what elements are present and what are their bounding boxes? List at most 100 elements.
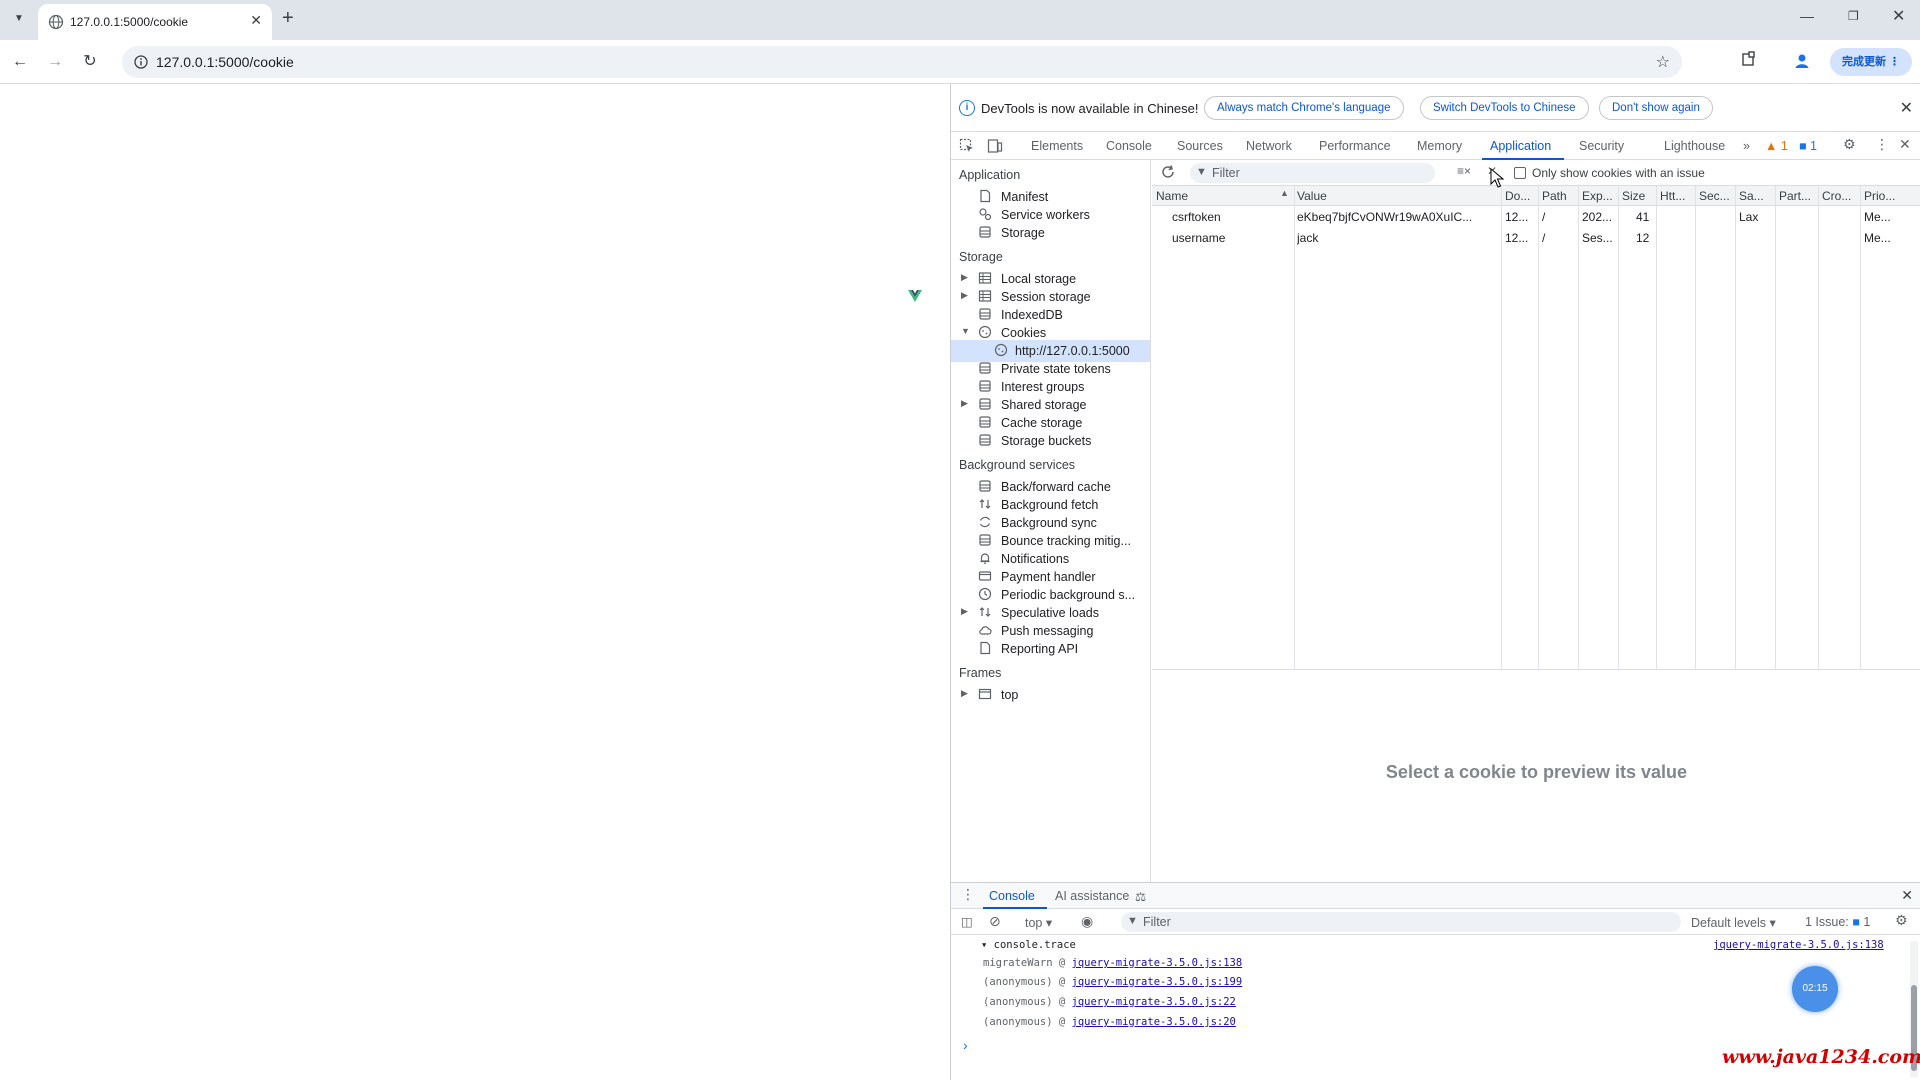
tab-application[interactable]: Application (1490, 139, 1551, 153)
expand-arrow-icon[interactable]: ▶ (961, 272, 968, 283)
browser-tab[interactable]: 127.0.0.1:5000/cookie ✕ (38, 4, 272, 40)
inspect-element-icon[interactable] (959, 138, 975, 154)
expand-arrow-icon[interactable]: ▶ (961, 398, 968, 409)
console-prompt[interactable]: › (963, 1037, 968, 1053)
console-sidebar-icon[interactable]: ◫ (961, 914, 973, 929)
tab-close-icon[interactable]: ✕ (250, 12, 262, 29)
console-settings-gear-icon[interactable]: ⚙ (1895, 912, 1908, 929)
col-partition-key[interactable]: Part... (1779, 189, 1813, 203)
context-selector[interactable]: top ▾ (1025, 915, 1052, 930)
tab-elements[interactable]: Elements (1031, 139, 1083, 153)
cookie-icon (978, 325, 992, 339)
more-tabs-icon[interactable]: » (1743, 139, 1750, 153)
column-divider[interactable] (1775, 186, 1776, 670)
site-info-icon[interactable] (134, 55, 148, 69)
tab-sources[interactable]: Sources (1177, 139, 1223, 153)
trace-source-link[interactable]: jquery-migrate-3.5.0.js:138 (1713, 939, 1884, 951)
trace-header[interactable]: ▾ console.trace (981, 939, 1076, 951)
update-button[interactable]: 完成更新 ⋮ (1830, 48, 1912, 76)
collapse-arrow-icon[interactable]: ▼ (961, 326, 970, 336)
column-divider[interactable] (1695, 186, 1696, 670)
trace-link[interactable]: jquery-migrate-3.5.0.js:20 (1072, 1016, 1236, 1028)
column-divider[interactable] (1618, 186, 1619, 670)
drawer-tab-console[interactable]: Console (989, 889, 1035, 903)
live-expression-eye-icon[interactable]: ◉ (1081, 913, 1093, 930)
expand-arrow-icon[interactable]: ▶ (961, 606, 968, 617)
cookie-filter-input[interactable]: ▼ Filter (1190, 163, 1435, 183)
switch-to-chinese-button[interactable]: Switch DevTools to Chinese (1420, 96, 1589, 120)
col-httponly[interactable]: Htt... (1660, 189, 1692, 203)
always-match-language-button[interactable]: Always match Chrome's language (1204, 96, 1404, 120)
col-value[interactable]: Value (1297, 189, 1497, 203)
new-tab-icon[interactable]: + (282, 7, 294, 30)
tab-performance[interactable]: Performance (1319, 139, 1391, 153)
recording-timer-badge[interactable]: 02:15 (1792, 966, 1838, 1012)
window-close-icon[interactable]: ✕ (1892, 6, 1905, 26)
col-size[interactable]: Size (1622, 189, 1652, 203)
drawer-menu-icon[interactable]: ⋮ (961, 886, 975, 903)
warning-badge[interactable]: ▲ 1 (1765, 139, 1788, 153)
profile-icon[interactable] (1793, 52, 1811, 70)
section-background-services: Background services (959, 458, 1076, 472)
tab-console[interactable]: Console (1106, 139, 1152, 153)
back-icon[interactable]: ← (8, 50, 32, 74)
refresh-icon[interactable] (1160, 164, 1176, 180)
column-divider[interactable] (1501, 186, 1502, 670)
column-divider[interactable] (1538, 186, 1539, 670)
tab-lighthouse[interactable]: Lighthouse (1664, 139, 1725, 153)
col-path[interactable]: Path (1542, 189, 1572, 203)
address-bar[interactable]: 127.0.0.1:5000/cookie ☆ (122, 46, 1682, 78)
expand-arrow-icon[interactable]: ▶ (961, 688, 968, 699)
extensions-icon[interactable] (1740, 50, 1758, 68)
bookmark-star-icon[interactable]: ☆ (1656, 52, 1670, 72)
clear-filtered-cookies-icon[interactable]: ≡× (1457, 164, 1471, 178)
column-divider[interactable] (1656, 186, 1657, 670)
vue-devtools-icon[interactable] (907, 288, 923, 304)
close-devtools-icon[interactable]: ✕ (1899, 136, 1911, 153)
trace-link[interactable]: jquery-migrate-3.5.0.js:199 (1072, 976, 1243, 988)
forward-icon[interactable]: → (43, 50, 67, 74)
sidebar-item-reporting-api[interactable]: Reporting API (951, 638, 1150, 660)
column-divider[interactable] (1294, 186, 1295, 670)
settings-gear-icon[interactable]: ⚙ (1843, 136, 1856, 153)
column-divider[interactable] (1735, 186, 1736, 670)
only-issue-checkbox[interactable] (1514, 167, 1526, 179)
col-secure[interactable]: Sec... (1699, 189, 1731, 203)
col-domain[interactable]: Do... (1505, 189, 1533, 203)
trace-link[interactable]: jquery-migrate-3.5.0.js:138 (1072, 957, 1243, 969)
drawer-tab-bar: ⋮ Console AI assistance ⚖ ✕ (951, 883, 1920, 909)
minimize-icon[interactable]: — (1800, 8, 1814, 24)
more-options-icon[interactable]: ⋮ (1875, 136, 1889, 153)
col-priority[interactable]: Prio... (1864, 189, 1904, 203)
dont-show-again-button[interactable]: Don't show again (1599, 96, 1713, 120)
sidebar-item-storage-buckets[interactable]: Storage buckets (951, 430, 1150, 452)
infobar-close-icon[interactable]: ✕ (1900, 98, 1913, 118)
col-samesite[interactable]: Sa... (1739, 189, 1771, 203)
clear-console-icon[interactable]: ⊘ (989, 913, 1001, 930)
issues-counter[interactable]: 1 Issue: ■ 1 (1805, 915, 1870, 929)
drawer-tab-ai-assistance[interactable]: AI assistance (1055, 889, 1129, 903)
column-divider[interactable] (1818, 186, 1819, 670)
close-drawer-icon[interactable]: ✕ (1901, 887, 1913, 904)
issues-badge[interactable]: ■ 1 (1799, 139, 1817, 153)
trace-link[interactable]: jquery-migrate-3.5.0.js:22 (1072, 996, 1236, 1008)
console-filter-input[interactable]: ▼ Filter (1121, 912, 1681, 932)
column-divider[interactable] (1578, 186, 1579, 670)
expand-arrow-icon[interactable]: ▶ (961, 290, 968, 301)
tab-network[interactable]: Network (1246, 139, 1292, 153)
tab-search-icon[interactable]: ▼ (8, 8, 30, 30)
sidebar-item-storage[interactable]: Storage (951, 222, 1150, 244)
tab-memory[interactable]: Memory (1417, 139, 1462, 153)
col-cross-site[interactable]: Cro... (1822, 189, 1854, 203)
col-expires[interactable]: Exp... (1582, 189, 1614, 203)
restore-icon[interactable]: ❐ (1848, 9, 1859, 23)
log-levels-dropdown[interactable]: Default levels ▾ (1691, 915, 1776, 930)
device-toolbar-icon[interactable] (987, 138, 1003, 154)
filter-placeholder: Filter (1143, 915, 1171, 929)
tab-security[interactable]: Security (1579, 139, 1624, 153)
column-divider[interactable] (1860, 186, 1861, 670)
reload-icon[interactable]: ↻ (78, 50, 102, 74)
sidebar-item-frame-top[interactable]: ▶ top (951, 684, 1150, 706)
col-name[interactable]: Name (1156, 189, 1280, 203)
url-text[interactable]: 127.0.0.1:5000/cookie (156, 54, 294, 70)
